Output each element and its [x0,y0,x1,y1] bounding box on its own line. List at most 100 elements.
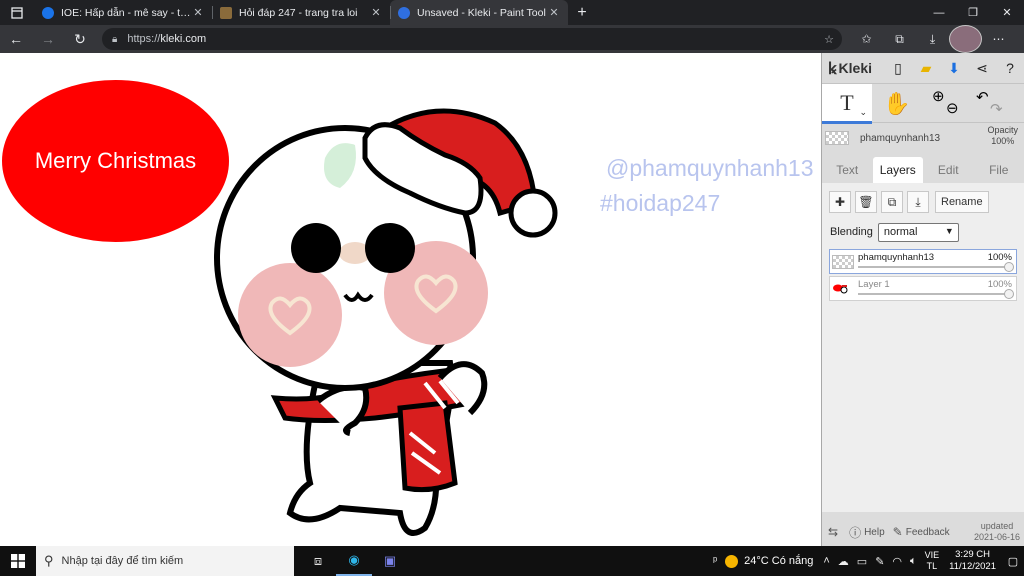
kleki-toolbar: T ⌄ ✋ ⊕ ⊖ ↶ ↷ [822,83,1024,124]
system-tray: ᵖ 24°C Có nắng ˄ ☁ ▭ ✎ ◠ 🔈︎ VIE TL 3:29 … [713,546,1024,576]
layer-opacity-slider[interactable] [858,266,1010,268]
tab-close-icon[interactable]: ✕ [370,6,382,19]
layer-thumbnail [832,255,854,269]
tab-layers[interactable]: Layers [872,157,923,183]
pen-icon[interactable]: ✎ [875,555,884,568]
layer-opacity-handle[interactable] [1004,289,1014,299]
teams-icon[interactable]: ▣ [372,546,408,576]
browser-tab-kleki[interactable]: Unsaved - Kleki - Paint Tool ✕ [390,0,568,25]
url-input[interactable]: 🔒︎ https://kleki.com ☆ [102,28,842,50]
new-image-icon[interactable]: ▯ [884,54,912,82]
url-scheme: https:// [127,33,161,45]
collections-icon[interactable]: ⧉ [883,25,916,53]
duplicate-layer-button[interactable]: ⧉ [881,191,903,213]
blending-mode-select[interactable]: normal ▼ [877,222,959,242]
volume-icon[interactable]: 🔈︎ [910,555,917,568]
more-menu-icon[interactable]: ⋯ [982,25,1015,53]
text-tool-button[interactable]: T ⌄ [822,84,872,124]
active-layer-name: phamquynhanh13 [860,132,941,144]
tab-text[interactable]: Text [822,157,873,183]
updated-info[interactable]: updated 2021-06-16 [974,521,1020,543]
watermark-hashtag: #hoidap247 [600,190,721,216]
close-window-button[interactable]: ✕ [990,0,1024,25]
christmas-character-drawing [214,108,558,536]
swap-side-button[interactable]: ⇆ [828,525,841,539]
reload-button[interactable]: ↻ [64,25,96,53]
bookmark-star-icon[interactable]: ☆ [824,33,834,46]
left-cheek [238,263,342,367]
taskbar-clock[interactable]: 3:29 CH 11/12/2021 [949,549,996,573]
layer-opacity-readout: Opacity 100% [987,125,1018,147]
folder-icon[interactable]: ▭ [857,555,867,568]
forward-button[interactable]: → [32,25,64,53]
tab-edit[interactable]: Edit [923,157,974,183]
tab-title: Hỏi đáp 247 - trang tra loi [239,6,358,19]
download-icon[interactable]: ⬇ [940,54,968,82]
layer-buttons: ✚ 🗑︎ ⧉ ⤓ Rename [822,191,1024,215]
layer-preview-thumbnail [825,131,849,145]
hand-tool-button[interactable]: ✋ [872,84,922,124]
layer-item-phamquynhanh13[interactable]: phamquynhanh13 100% [829,249,1017,274]
notification-icon[interactable]: ▢ [1002,555,1024,568]
layer-item-layer-1[interactable]: Layer 1 100% [829,276,1017,301]
tab-close-icon[interactable]: ✕ [548,6,560,19]
profile-button[interactable] [949,25,982,53]
lock-icon: 🔒︎ [112,33,118,45]
delete-layer-button[interactable]: 🗑︎ [855,191,877,213]
left-eye [291,223,341,273]
layer-opacity-slider[interactable] [858,293,1010,295]
updated-date: 2021-06-16 [973,532,1020,542]
browser-tab-hoidap[interactable]: Hỏi đáp 247 - trang tra loi ✕ [212,0,390,25]
tab-title: IOE: Hấp dẫn - mê say - thấy ngợi [61,6,192,19]
task-view-icon[interactable]: ⧈ [300,546,336,576]
new-tab-button[interactable]: + [568,0,596,25]
zoom-out-icon[interactable]: ⊖ [946,99,959,117]
tab-close-icon[interactable]: ✕ [192,6,204,19]
browser-tab-ioe[interactable]: IOE: Hấp dẫn - mê say - thấy ngợi ✕ [34,0,212,25]
open-folder-icon[interactable]: ▰ [912,54,940,82]
people-icon[interactable]: ᵖ [713,555,717,567]
browser-tab-strip: IOE: Hấp dẫn - mê say - thấy ngợi ✕ Hỏi … [0,0,1024,25]
wifi-icon[interactable]: ◠ [892,555,902,568]
add-layer-button[interactable]: ✚ [829,191,851,213]
help-link[interactable]: ⓘ Help [849,524,885,541]
undo-icon[interactable]: ↶ [976,88,989,106]
drawing-canvas[interactable]: Merry Christmas @phamquynhanh13 #hoidap2… [0,53,821,546]
tab-actions-button[interactable] [0,0,34,25]
input-language[interactable]: VIE TL [925,550,940,572]
edge-icon[interactable]: ◉ [336,546,372,576]
blending-row: Blending normal ▼ [822,221,1024,243]
zoom-controls: ⊕ ⊖ [922,84,966,124]
updated-label: updated [980,521,1014,531]
minimize-button[interactable]: — [922,0,956,25]
search-icon: ⚲ [44,553,54,568]
clock-date: 11/12/2021 [949,561,996,572]
lang-secondary: TL [926,561,938,571]
layer-opacity-handle[interactable] [1004,262,1014,272]
help-icon[interactable]: ? [996,54,1024,82]
redo-icon[interactable]: ↷ [990,100,1003,118]
downloads-icon[interactable]: ⤓ [916,25,949,53]
start-button[interactable] [0,546,36,576]
zoom-in-icon[interactable]: ⊕ [932,87,945,105]
merge-layer-button[interactable]: ⤓ [907,191,929,213]
kleki-logo[interactable]: ꝃ Kleki [828,57,878,79]
rename-layer-button[interactable]: Rename [935,191,989,213]
tab-file[interactable]: File [974,157,1024,183]
back-button[interactable]: ← [0,25,32,53]
restore-button[interactable]: ❐ [956,0,990,25]
avatar [949,25,982,53]
feedback-link[interactable]: ✎ Feedback [893,525,950,539]
kleki-top-icons: ▯ ▰ ⬇ ⋖ ? [884,54,1024,82]
cloud-icon[interactable]: ☁ [838,555,849,568]
share-icon[interactable]: ⋖ [968,54,996,82]
weather-text: Có nắng [771,555,814,567]
taskbar-search-input[interactable]: ⚲ Nhập tại đây để tìm kiếm [36,546,294,576]
swap-arrows-icon: ⇆ [828,525,839,539]
favorites-icon[interactable]: ✩ [850,25,883,53]
weather-widget[interactable]: 24°C Có nắng [725,554,814,568]
search-placeholder: Nhập tại đây để tìm kiếm [61,555,184,567]
merry-christmas-bubble: Merry Christmas [2,80,229,242]
chevron-up-icon[interactable]: ˄ [823,555,829,567]
kleki-logo-icon: ꝃ [828,61,837,78]
